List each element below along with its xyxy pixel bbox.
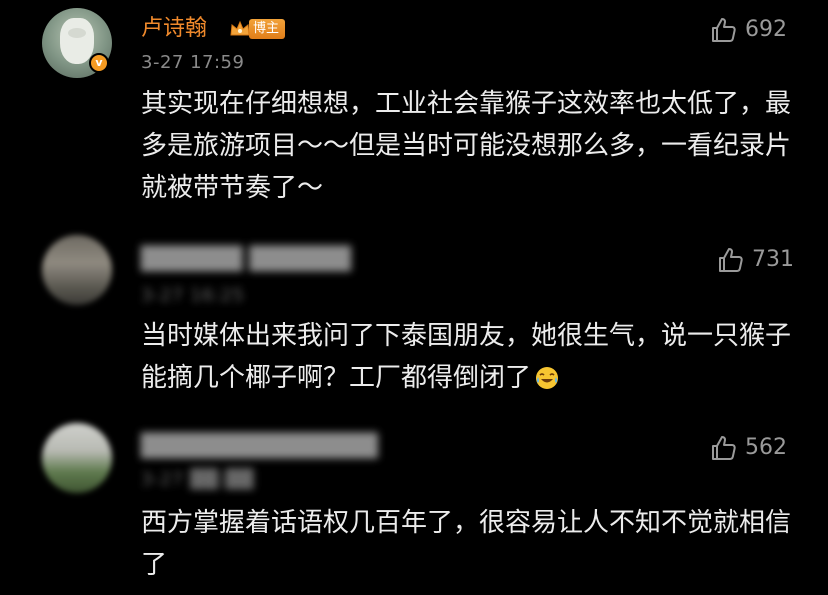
comment-timestamp: 3-27 16:25 (141, 285, 245, 306)
like-count: 692 (745, 17, 787, 42)
laughing-crying-emoji-icon (535, 361, 559, 403)
comment-text: 西方掌握着话语权几百年了，很容易让人不知不觉就相信了 (141, 508, 792, 580)
thumbs-up-icon (712, 436, 736, 460)
avatar[interactable] (42, 235, 112, 305)
like-button[interactable]: 731 (716, 245, 794, 275)
comment-timestamp: 3-27 17:59 (141, 52, 245, 73)
comment-item: ██████ ██████ 3-27 16:25 731 当时媒体出来我问了下泰… (0, 215, 828, 405)
verified-badge-icon: v (89, 53, 109, 73)
blogger-badge-label: 博主 (249, 19, 286, 39)
comment-username[interactable]: 卢诗翰 (141, 14, 207, 44)
avatar[interactable] (42, 423, 112, 493)
comment-username[interactable]: ██████ ██████ (141, 245, 351, 275)
comment-timestamp: 3-27 ██:██ (141, 469, 255, 490)
comment-text-body: 当时媒体出来我问了下泰国朋友，她很生气，说一只猴子能摘几个椰子啊？工厂都得倒闭了 (141, 321, 792, 393)
like-count: 731 (752, 247, 794, 272)
comment-text: 当时媒体出来我问了下泰国朋友，她很生气，说一只猴子能摘几个椰子啊？工厂都得倒闭了 (141, 315, 801, 403)
moomin-avatar-icon (60, 18, 94, 64)
thumbs-up-icon (719, 248, 743, 272)
comment-username[interactable]: ██████████████ (141, 432, 378, 462)
like-button[interactable]: 562 (709, 433, 787, 463)
comment-item: ██████████████ 3-27 ██:██ 562 西方掌握着话语权几百… (0, 405, 828, 595)
comment-item: v 卢诗翰 博主 3-27 17:59 692 其实现在仔细想想，工业社会靠猴子… (0, 0, 828, 210)
comment-text: 其实现在仔细想想，工业社会靠猴子这效率也太低了，最多是旅游项目～～但是当时可能没… (141, 89, 792, 203)
thumbs-up-icon (712, 18, 736, 42)
like-button[interactable]: 692 (709, 15, 787, 45)
like-count: 562 (745, 435, 787, 460)
crown-icon (229, 20, 251, 38)
blogger-badge: 博主 (229, 17, 286, 41)
